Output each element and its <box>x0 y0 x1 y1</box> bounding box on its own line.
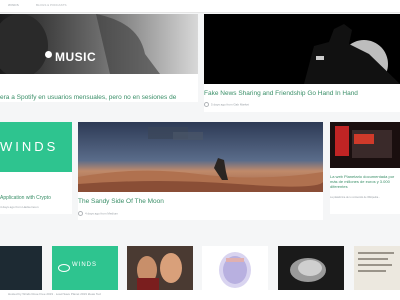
article-image <box>204 14 400 84</box>
thumb-image <box>278 246 344 290</box>
image-overlay-text: MUSIC <box>55 50 97 64</box>
thumb-card[interactable] <box>354 246 400 290</box>
article-card-winds[interactable]: WINDS Application with Crypto 4 days ago… <box>0 122 72 214</box>
meta-text: 4 days ago from Medium <box>85 211 119 216</box>
article-image <box>78 122 323 192</box>
brand-subtitle: BLOGS & PODCASTS <box>36 3 67 7</box>
article-meta: 5 days ago from Gab Market <box>204 102 249 107</box>
apple-logo-icon <box>45 51 52 58</box>
share-icon[interactable] <box>204 102 209 107</box>
thumb-image <box>354 246 400 290</box>
footer-text: Hosted by Winds Rose Free 2019 · Load Sa… <box>8 292 101 296</box>
thumb-card-winds[interactable]: WINDS <box>52 246 118 290</box>
article-image <box>0 14 198 74</box>
article-image <box>330 122 400 168</box>
article-title[interactable]: Application with Crypto <box>0 194 72 202</box>
thumb-image <box>202 246 268 290</box>
article-meta: 4 days ago from Hackernoon <box>0 205 39 209</box>
article-title[interactable]: Fake News Sharing and Friendship Go Hand… <box>204 90 400 98</box>
thumb-card[interactable] <box>0 246 42 290</box>
article-meta: 4 days ago from Medium <box>78 211 118 216</box>
article-card-apple-music[interactable]: MUSIC era a Spotify en usuarios mensuale… <box>0 14 198 102</box>
article-title[interactable]: era a Spotify en usuarios mensuales, per… <box>0 94 196 102</box>
article-meta: La plataforma de tu contenido de Wikiped… <box>330 196 381 199</box>
article-card-fake-news[interactable]: Fake News Sharing and Friendship Go Hand… <box>204 14 400 112</box>
thumb-image <box>127 246 193 290</box>
article-card-sandy-moon[interactable]: The Sandy Side Of The Moon 4 days ago fr… <box>78 122 323 220</box>
thumb-card[interactable] <box>278 246 344 290</box>
footer: Hosted by Winds Rose Free 2019 · Load Sa… <box>0 290 400 300</box>
meta-text: 5 days ago from Gab Market <box>211 102 250 107</box>
thumb-card[interactable] <box>127 246 193 290</box>
article-card-planetario[interactable]: La web Planetario documentada por más de… <box>330 122 400 214</box>
article-title[interactable]: The Sandy Side Of The Moon <box>78 198 323 206</box>
winds-logo: WINDS <box>0 139 59 154</box>
brand-label[interactable]: WINDS <box>8 3 19 7</box>
thumb-card[interactable] <box>202 246 268 290</box>
top-bar: WINDS BLOGS & PODCASTS <box>0 0 400 13</box>
thumb-label: WINDS <box>72 262 97 268</box>
winds-infinity-icon <box>58 264 70 272</box>
share-icon[interactable] <box>78 211 83 216</box>
article-title[interactable]: La web Planetario documentada por más de… <box>330 174 400 189</box>
